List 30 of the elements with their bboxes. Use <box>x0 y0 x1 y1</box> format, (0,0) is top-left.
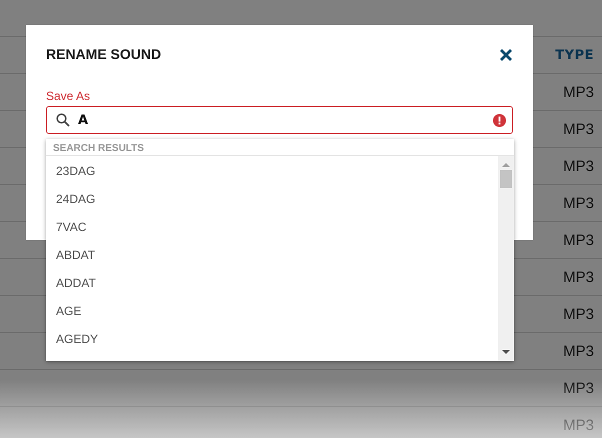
table-cell: MP3 <box>563 194 594 212</box>
result-item[interactable]: AGE <box>46 297 498 325</box>
field-label: Save As <box>46 89 92 103</box>
result-item[interactable]: 24DAG <box>46 185 498 213</box>
result-item[interactable]: 7VAC <box>46 213 498 241</box>
table-cell: MP3 <box>563 380 594 396</box>
table-cell: MP3 <box>563 158 594 174</box>
search-icon <box>56 113 70 127</box>
column-header: TYPE <box>555 48 594 62</box>
table-cell: MP3 <box>563 268 594 286</box>
result-item[interactable]: ADDAT <box>46 269 498 297</box>
result-item[interactable]: ABDAT <box>46 241 498 269</box>
table-cell: MP3 <box>563 232 594 248</box>
error-icon <box>493 114 506 126</box>
result-item[interactable]: 23DAG <box>46 157 498 185</box>
search-input[interactable]: A <box>78 112 485 128</box>
table-cell: MP3 <box>563 84 594 100</box>
results-heading: SEARCH RESULTS <box>46 139 514 156</box>
scroll-thumb[interactable] <box>500 170 512 188</box>
scroll-down-icon[interactable] <box>502 349 510 355</box>
table-cell: MP3 <box>563 120 594 138</box>
table-cell: MP3 <box>563 342 594 360</box>
scroll-up-icon[interactable] <box>502 162 510 168</box>
dialog-title: RENAME SOUND <box>46 46 162 62</box>
scrollbar[interactable] <box>498 156 514 361</box>
search-field[interactable]: A <box>46 106 513 134</box>
close-icon[interactable] <box>499 48 513 62</box>
table-cell: MP3 <box>563 306 594 322</box>
table-cell: MP3 <box>563 416 594 434</box>
result-item[interactable]: AGEDY <box>46 325 498 353</box>
